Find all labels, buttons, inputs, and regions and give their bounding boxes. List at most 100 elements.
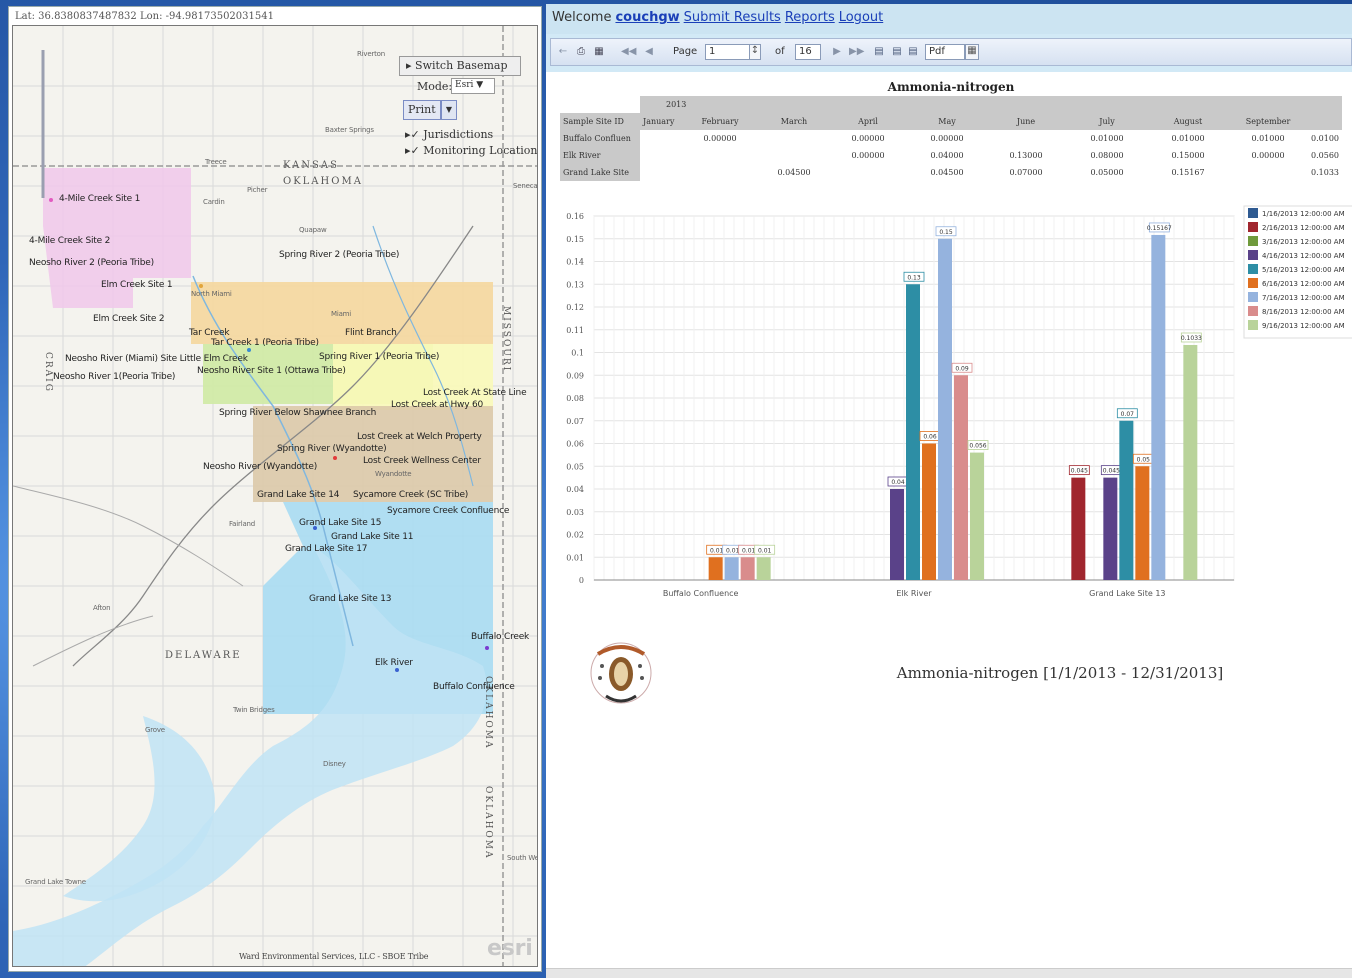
site-label[interactable]: Elm Creek Site 1 — [101, 280, 173, 290]
site-label[interactable]: Grand Lake Site 17 — [285, 544, 367, 554]
first-page-icon[interactable]: ◀◀ — [621, 46, 636, 58]
row-header: Elk River — [560, 147, 640, 164]
print-layout-icon[interactable]: ▦ — [593, 46, 605, 58]
status-bar — [546, 968, 1352, 978]
back-icon[interactable]: ← — [557, 46, 569, 58]
export-go-icon[interactable]: ▦ — [965, 44, 979, 60]
map-canvas[interactable]: KANSAS OKLAHOMA MISSOURI DELAWARE OKLAHO… — [12, 25, 538, 967]
y-tick-label: 0.13 — [566, 280, 584, 289]
table-cell: 0.04500 — [930, 168, 964, 177]
data-label: 0.01 — [758, 547, 772, 554]
mode-select[interactable]: Esri ▼ — [451, 78, 495, 94]
site-label[interactable]: Lost Creek At State Line — [423, 388, 527, 398]
site-label[interactable]: Grand Lake Site 13 — [309, 594, 391, 604]
site-marker[interactable] — [247, 348, 251, 352]
bar — [970, 452, 984, 580]
save-as-icon[interactable]: ▤ — [907, 46, 919, 58]
site-label[interactable]: Elm Creek Site 2 — [93, 314, 165, 324]
county-label-craig: CRAIG — [43, 352, 53, 393]
town-label: Seneca — [513, 182, 538, 190]
town-label: Fairland — [229, 520, 256, 528]
site-label[interactable]: Sycamore Creek (SC Tribe) — [353, 490, 468, 500]
bar — [756, 557, 771, 580]
site-label[interactable]: Tar Creek 1 (Peoria Tribe) — [211, 338, 319, 348]
site-label[interactable]: Buffalo Creek — [471, 632, 529, 642]
data-table: 2013 Sample Site ID January February Mar… — [560, 96, 1342, 181]
table-cell: 0.07000 — [1009, 168, 1043, 177]
coordinates-readout: Lat: 36.8380837487832 Lon: -94.981735020… — [15, 11, 274, 22]
site-marker[interactable] — [199, 284, 203, 288]
y-tick-label: 0.05 — [566, 462, 584, 471]
site-label[interactable]: Spring River 2 (Peoria Tribe) — [279, 250, 399, 260]
site-label[interactable]: Spring River (Wyandotte) — [277, 444, 387, 454]
table-cell: 0.0100 — [1311, 134, 1339, 143]
page-stepper[interactable]: ↕ — [749, 44, 761, 60]
chart-caption: Ammonia-nitrogen [1/1/2013 - 12/31/2013] — [896, 664, 1224, 682]
site-marker[interactable] — [395, 668, 399, 672]
prev-page-icon[interactable]: ◀ — [643, 46, 655, 58]
bar — [708, 557, 723, 580]
tribe-seal-logo — [590, 642, 652, 704]
site-marker[interactable] — [333, 456, 337, 460]
site-label[interactable]: Neosho River Site 1 (Ottawa Tribe) — [197, 366, 346, 376]
export-format-select[interactable]: Pdf — [925, 44, 965, 60]
last-page-icon[interactable]: ▶▶ — [849, 46, 864, 58]
legend-label: 2/16/2013 12:00:00 AM — [1262, 224, 1345, 232]
y-tick-label: 0 — [579, 576, 584, 585]
logout-link[interactable]: Logout — [839, 10, 884, 25]
site-label[interactable]: Grand Lake Site 14 — [257, 490, 339, 500]
data-label: 0.09 — [955, 365, 969, 372]
site-label[interactable]: Neosho River 1(Peoria Tribe) — [53, 372, 175, 382]
print-dropdown-icon[interactable]: ▼ — [441, 100, 457, 120]
month-header: April — [828, 113, 908, 130]
next-page-icon[interactable]: ▶ — [831, 46, 843, 58]
legend-label: 1/16/2013 12:00:00 AM — [1262, 210, 1345, 218]
site-label[interactable]: 4-Mile Creek Site 1 — [59, 194, 140, 204]
town-label: Riverton — [357, 50, 385, 58]
site-label[interactable]: 4-Mile Creek Site 2 — [29, 236, 110, 246]
user-link[interactable]: couchgw — [615, 10, 679, 25]
site-label[interactable]: Spring River 1 (Peoria Tribe) — [319, 352, 439, 362]
site-label[interactable]: Sycamore Creek Confluence — [387, 506, 509, 516]
print-icon[interactable]: ⎙ — [575, 46, 587, 58]
switch-basemap-label: Switch Basemap — [415, 59, 508, 72]
site-marker[interactable] — [313, 526, 317, 530]
save-icon[interactable]: ▤ — [891, 46, 903, 58]
legend-label: 5/16/2013 12:00:00 AM — [1262, 266, 1345, 274]
site-label[interactable]: Spring River Below Shawnee Branch — [219, 408, 376, 418]
table-cell — [986, 130, 1066, 147]
table-cell: 0.01000 — [1251, 134, 1285, 143]
site-label[interactable]: Lost Creek at Welch Property — [357, 432, 482, 442]
export-icon[interactable]: ▤ — [873, 46, 885, 58]
data-label: 0.05 — [1137, 456, 1151, 463]
submit-results-link[interactable]: Submit Results — [684, 10, 781, 25]
site-label[interactable]: Flint Branch — [345, 328, 397, 338]
print-button[interactable]: Print — [403, 100, 441, 120]
layer-item-jurisdictions[interactable]: ▸✓ Jurisdictions — [405, 128, 493, 141]
town-label: Twin Bridges — [233, 706, 275, 714]
site-label[interactable]: Tar Creek — [189, 328, 230, 338]
state-label-oklahoma: OKLAHOMA — [283, 176, 363, 187]
site-marker[interactable] — [49, 198, 53, 202]
map-panel: Lat: 36.8380837487832 Lon: -94.981735020… — [8, 6, 542, 972]
layer-item-monitoring[interactable]: ▸✓ Monitoring Locations — [405, 144, 537, 157]
site-label[interactable]: Buffalo Confluence — [433, 682, 515, 692]
legend-label: 3/16/2013 12:00:00 AM — [1262, 238, 1345, 246]
page-input[interactable]: 1 — [705, 44, 751, 60]
y-tick-label: 0.14 — [566, 258, 584, 267]
month-header: July — [1066, 113, 1148, 130]
site-marker[interactable] — [485, 646, 489, 650]
site-label[interactable]: Neosho River (Wyandotte) — [203, 462, 317, 472]
town-label: Afton — [93, 604, 111, 612]
bar-chart: 0 0.01 0.02 0.03 0.04 0.05 0.06 0.07 0.08 0.09 0.1… — [566, 205, 1352, 598]
reports-link[interactable]: Reports — [785, 10, 835, 25]
site-label[interactable]: Lost Creek at Hwy 60 — [391, 400, 483, 410]
site-label[interactable]: Grand Lake Site 15 — [299, 518, 381, 528]
site-label[interactable]: Lost Creek Wellness Center — [363, 456, 481, 466]
month-header: May — [908, 113, 986, 130]
switch-basemap-button[interactable]: ▸ Switch Basemap — [399, 56, 521, 76]
site-label[interactable]: Grand Lake Site 11 — [331, 532, 413, 542]
site-label[interactable]: Neosho River (Miami) Site Little Elm Cre… — [65, 354, 248, 364]
site-label[interactable]: Neosho River 2 (Peoria Tribe) — [29, 258, 154, 268]
site-label[interactable]: Elk River — [375, 658, 413, 668]
